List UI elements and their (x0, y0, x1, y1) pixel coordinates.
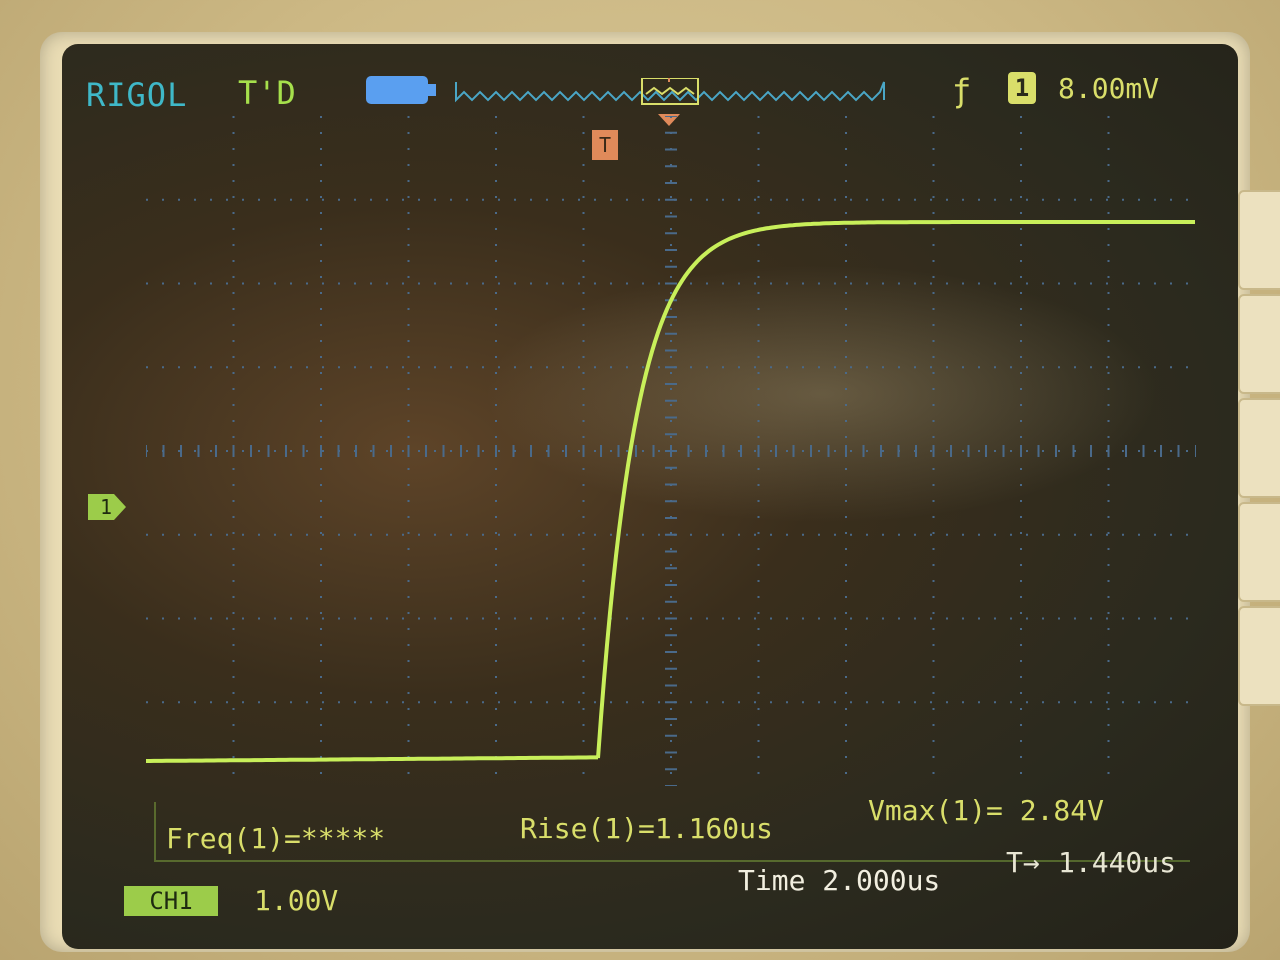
side-softkey-group (1238, 190, 1280, 710)
ch1-ground-marker: 1 (88, 494, 126, 520)
battery-icon (366, 76, 428, 104)
run-status: T'D (238, 74, 296, 112)
softkey-3[interactable] (1238, 398, 1280, 498)
rising-edge-icon: ƒ (952, 72, 972, 110)
battery-tip (428, 84, 436, 96)
softkey-1[interactable] (1238, 190, 1280, 290)
trigger-level-readout: 8.00mV (1058, 72, 1160, 105)
timebase-readout: Time 2.000us (738, 864, 941, 897)
softkey-5[interactable] (1238, 606, 1280, 706)
ch1-badge: CH1 (124, 886, 218, 916)
softkey-2[interactable] (1238, 294, 1280, 394)
softkey-4[interactable] (1238, 502, 1280, 602)
ch1-volts-per-div: 1.00V (254, 884, 339, 917)
graticule (146, 116, 1196, 786)
trigger-source-badge: 1 (1008, 72, 1036, 104)
brand-label: RIGOL (86, 76, 188, 114)
measurement-vmax: Vmax(1)= 2.84V (868, 794, 1105, 827)
trigger-offset-readout: 1.440us (1058, 846, 1177, 879)
measurement-rise-time: Rise(1)=1.160us (520, 812, 773, 845)
svg-text:1: 1 (100, 495, 112, 519)
measurement-frequency: Freq(1)=***** (166, 822, 386, 855)
ch1-waveform-trace (146, 220, 1195, 763)
trigger-offset-icon: T→ (1006, 846, 1040, 879)
